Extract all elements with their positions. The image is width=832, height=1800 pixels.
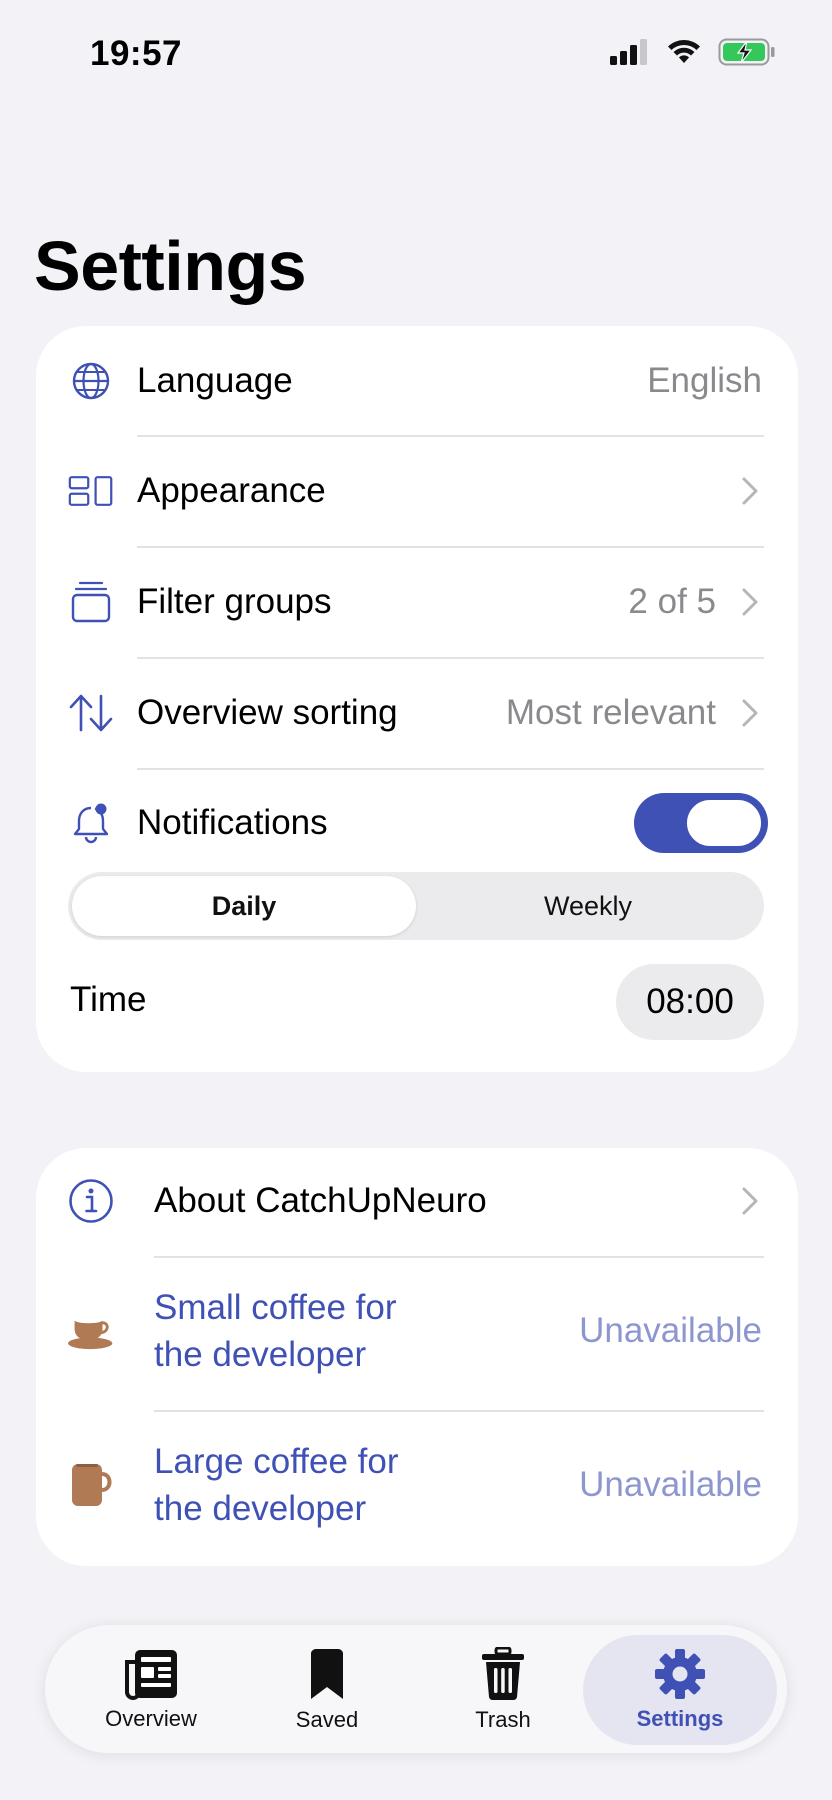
tab-trash[interactable]: Trash [415, 1625, 591, 1755]
status-time: 19:57 [90, 34, 183, 73]
tab-label: Overview [105, 1706, 197, 1731]
filter-groups-value: 2 of 5 [628, 582, 716, 621]
overview-sorting-label: Overview sorting [137, 693, 398, 732]
tab-saved[interactable]: Saved [239, 1625, 415, 1755]
language-row[interactable]: Language English [36, 350, 798, 412]
tab-label: Trash [475, 1707, 531, 1732]
overview-sorting-row[interactable]: Overview sorting Most relevant [36, 682, 798, 744]
about-row[interactable]: About CatchUpNeuro [36, 1170, 798, 1232]
small-coffee-label: Small coffee for the developer [154, 1284, 397, 1378]
toggle-knob [684, 797, 764, 849]
bell-badge-icon [68, 800, 114, 846]
chevron-right-icon [742, 1187, 758, 1215]
notifications-toggle[interactable] [634, 793, 768, 853]
layout-icon [68, 468, 114, 514]
sort-arrows-icon [68, 690, 114, 736]
time-label: Time [70, 980, 147, 1019]
large-coffee-row[interactable]: Large coffee for the developer Unavailab… [36, 1430, 798, 1540]
time-picker[interactable]: 08:00 [616, 964, 764, 1040]
tab-settings[interactable]: Settings [583, 1635, 777, 1745]
status-bar: 19:57 [0, 0, 832, 110]
divider [154, 1410, 764, 1412]
about-label: About CatchUpNeuro [154, 1181, 487, 1220]
coffee-cup-icon [68, 1308, 114, 1354]
filter-groups-row[interactable]: Filter groups 2 of 5 [36, 571, 798, 633]
gear-icon [655, 1649, 705, 1699]
small-coffee-label-line2: the developer [154, 1335, 367, 1374]
language-value: English [647, 361, 762, 400]
tab-label: Saved [295, 1707, 359, 1732]
large-coffee-label-line1: Large coffee for [154, 1442, 399, 1481]
large-coffee-label: Large coffee for the developer [154, 1438, 399, 1532]
notifications-row: Notifications [36, 792, 798, 854]
small-coffee-row[interactable]: Small coffee for the developer Unavailab… [36, 1276, 798, 1386]
globe-icon [68, 358, 114, 404]
frequency-option-daily[interactable]: Daily [72, 876, 416, 936]
filter-groups-label: Filter groups [137, 582, 332, 621]
language-label: Language [137, 361, 293, 400]
notification-frequency-control: Daily Weekly [68, 872, 764, 940]
about-card: About CatchUpNeuro Small coffee for the … [36, 1148, 798, 1566]
divider [137, 435, 764, 437]
newspaper-icon [125, 1650, 177, 1700]
info-icon [68, 1178, 114, 1224]
stack-icon [68, 579, 114, 625]
general-settings-card: Language English Appearance Filter group… [36, 326, 798, 1072]
appearance-label: Appearance [137, 471, 326, 510]
trash-icon [482, 1647, 524, 1701]
frequency-option-weekly[interactable]: Weekly [416, 876, 760, 936]
divider [154, 1256, 764, 1258]
chevron-right-icon [742, 477, 758, 505]
battery-charging-icon [718, 38, 775, 66]
large-coffee-label-line2: the developer [154, 1489, 367, 1528]
bookmark-icon [311, 1648, 343, 1699]
chevron-right-icon [742, 588, 758, 616]
overview-sorting-value: Most relevant [505, 693, 716, 732]
divider [137, 657, 764, 659]
page-title: Settings [34, 227, 307, 305]
mug-icon [68, 1462, 114, 1508]
status-icons [610, 38, 776, 66]
chevron-right-icon [742, 699, 758, 727]
tab-overview[interactable]: Overview [63, 1625, 239, 1755]
tab-label: Settings [636, 1706, 724, 1731]
wifi-icon [668, 40, 700, 63]
signal-icon [610, 39, 647, 65]
divider [137, 768, 764, 770]
appearance-row[interactable]: Appearance [36, 460, 798, 522]
small-coffee-label-line1: Small coffee for [154, 1288, 397, 1327]
tab-bar: Overview Saved Trash Settings [44, 1624, 788, 1754]
divider [137, 546, 764, 548]
large-coffee-status: Unavailable [579, 1465, 762, 1504]
small-coffee-status: Unavailable [579, 1311, 762, 1350]
notifications-label: Notifications [137, 803, 328, 842]
